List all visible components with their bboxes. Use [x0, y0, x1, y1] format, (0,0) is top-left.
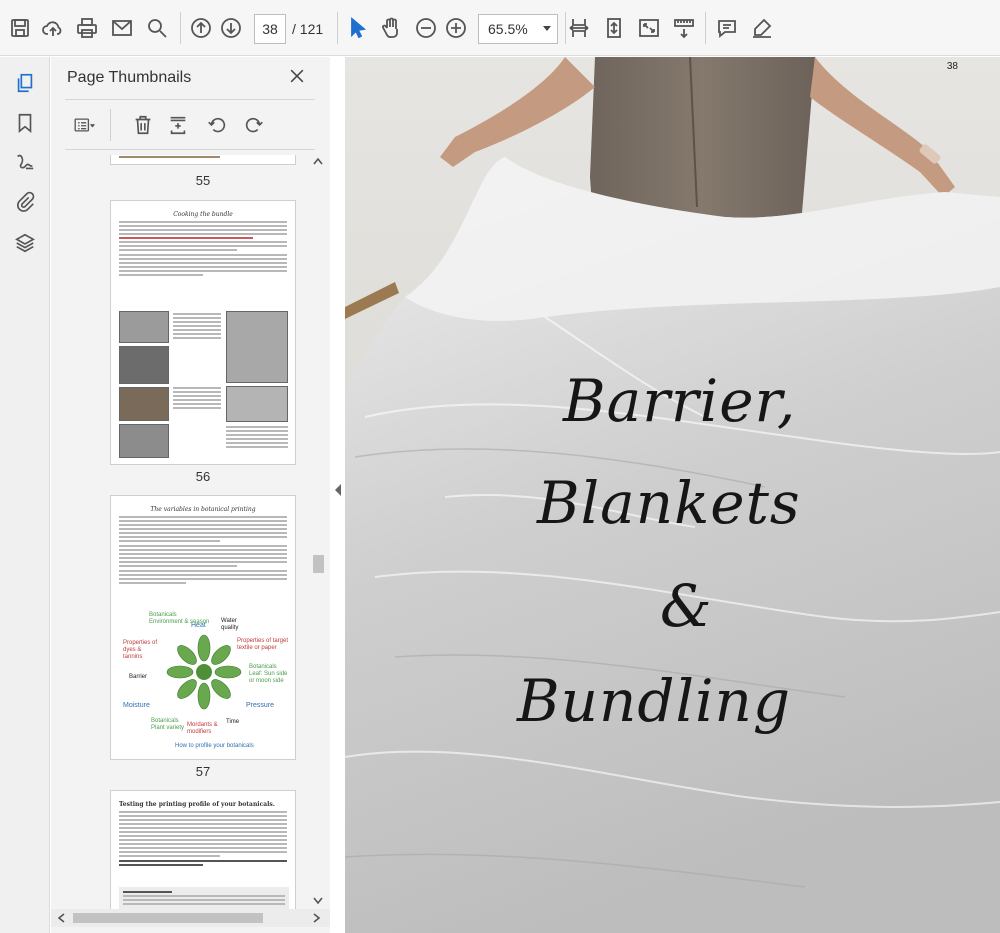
page-number-input[interactable]: 38 [254, 14, 286, 44]
wheel-label: Pressure [246, 702, 275, 709]
bookmark-icon[interactable] [11, 109, 39, 137]
zoom-select[interactable]: 65.5% [478, 14, 558, 44]
collapse-panel-icon[interactable] [333, 480, 343, 500]
full-screen-icon[interactable] [635, 14, 663, 42]
wheel-label: Botanicals Leaf: Sun side or moon side [249, 664, 288, 684]
thumbnail-options-icon[interactable] [65, 111, 103, 139]
scroll-right-icon[interactable] [313, 913, 321, 923]
delete-page-icon[interactable] [128, 111, 158, 139]
wheel-label: Water quality [221, 618, 239, 631]
thumbnail-photo [119, 311, 169, 343]
previous-page-icon[interactable] [187, 14, 215, 42]
scroll-left-icon[interactable] [57, 913, 65, 923]
scroll-up-icon[interactable] [313, 157, 323, 165]
scrollbar-thumb[interactable] [313, 555, 324, 573]
thumbnail-photo [226, 386, 288, 422]
comment-icon[interactable] [713, 14, 741, 42]
toolbar-divider [705, 12, 706, 44]
divider [65, 99, 315, 100]
layers-icon[interactable] [11, 229, 39, 257]
thumbnail-notes [173, 313, 221, 341]
wheel-label: Heat [191, 622, 206, 629]
search-icon[interactable] [143, 14, 171, 42]
page-thumbnail[interactable]: The variables in botanical printing Bota… [110, 495, 296, 760]
thumbnail-box [119, 887, 289, 910]
thumbnail-list[interactable]: 55 Cooking the bundle 56 The variables i… [51, 155, 309, 910]
attachment-icon[interactable] [11, 188, 39, 216]
thumbnail-notes [226, 426, 288, 450]
scroll-mode-icon[interactable] [670, 14, 698, 42]
email-icon[interactable] [108, 14, 136, 42]
zoom-out-icon[interactable] [412, 14, 440, 42]
title-line: Barrier, [563, 367, 797, 435]
rotate-right-icon[interactable] [239, 111, 269, 139]
next-page-icon[interactable] [217, 14, 245, 42]
wheel-label: Time [226, 719, 240, 725]
wheel-label: Barrier [129, 674, 148, 680]
save-icon[interactable] [6, 14, 34, 42]
title-line: Bundling [517, 667, 792, 735]
panel-title: Page Thumbnails [67, 69, 192, 86]
page-label: 56 [195, 469, 211, 484]
thumbnail-photo [119, 387, 169, 421]
insert-page-icon[interactable] [163, 111, 193, 139]
chevron-down-icon [543, 26, 551, 31]
hand-tool-icon[interactable] [377, 14, 405, 42]
page-total: / 121 [292, 21, 324, 37]
zoom-in-icon[interactable] [442, 14, 470, 42]
vertical-scrollbar[interactable] [309, 155, 327, 910]
thumbnail-heading: Cooking the bundle [173, 211, 233, 218]
wheel-label: Botanicals Plant variety [151, 718, 185, 731]
wheel-label: Properties of target textile or paper [237, 638, 289, 651]
page-thumbnail[interactable]: Cooking the bundle [110, 200, 296, 465]
leaf-wheel-graphic [166, 634, 242, 710]
close-icon[interactable] [287, 66, 311, 90]
page-thumbnail[interactable] [110, 155, 296, 165]
page-label: 57 [195, 764, 211, 779]
toolbar-divider [180, 12, 181, 44]
navigation-rail [0, 57, 50, 933]
divider [110, 109, 111, 141]
profile-link[interactable]: How to profile your botanicals [175, 743, 265, 751]
thumbnail-heading: Testing the printing profile of your bot… [119, 801, 275, 808]
page-number: 38 [946, 61, 958, 72]
page-thumbnail[interactable]: Testing the printing profile of your bot… [110, 790, 296, 910]
document-page[interactable]: 38 Barrier, Blankets & Bundling [345, 57, 1000, 933]
highlight-pen-icon[interactable] [748, 14, 776, 42]
scrollbar-thumb[interactable] [73, 913, 263, 923]
fit-width-icon[interactable] [565, 14, 593, 42]
thumbnail-photo [119, 424, 169, 458]
print-icon[interactable] [73, 14, 101, 42]
title-line: & [660, 572, 713, 640]
thumbnail-photo [226, 311, 288, 383]
thumbnails-panel: Page Thumbnails 55 Cooking the bundle 56… [51, 57, 330, 933]
thumbnail-photo [119, 346, 169, 384]
cloud-upload-icon[interactable] [39, 14, 67, 42]
toolbar-divider [337, 12, 338, 44]
select-cursor-icon[interactable] [344, 14, 372, 42]
wheel-label: Properties of dyes & tannins [123, 640, 158, 660]
wheel-label: Moisture [123, 702, 150, 709]
divider [65, 149, 315, 150]
page-thumbnails-icon[interactable] [11, 69, 39, 97]
main-toolbar: 38 / 121 65.5% [0, 0, 1000, 56]
thumbnail-heading: The variables in botanical printing [150, 506, 256, 513]
thumbnail-notes [173, 387, 221, 411]
page-label: 55 [195, 173, 211, 188]
rotate-left-icon[interactable] [202, 111, 232, 139]
fit-page-icon[interactable] [600, 14, 628, 42]
horizontal-scrollbar[interactable] [51, 909, 330, 927]
scroll-down-icon[interactable] [313, 897, 323, 905]
zoom-value: 65.5% [488, 21, 528, 37]
wheel-label: Mordants & modifiers [187, 722, 218, 735]
signature-icon[interactable] [11, 148, 39, 176]
title-line: Blankets [537, 469, 801, 537]
